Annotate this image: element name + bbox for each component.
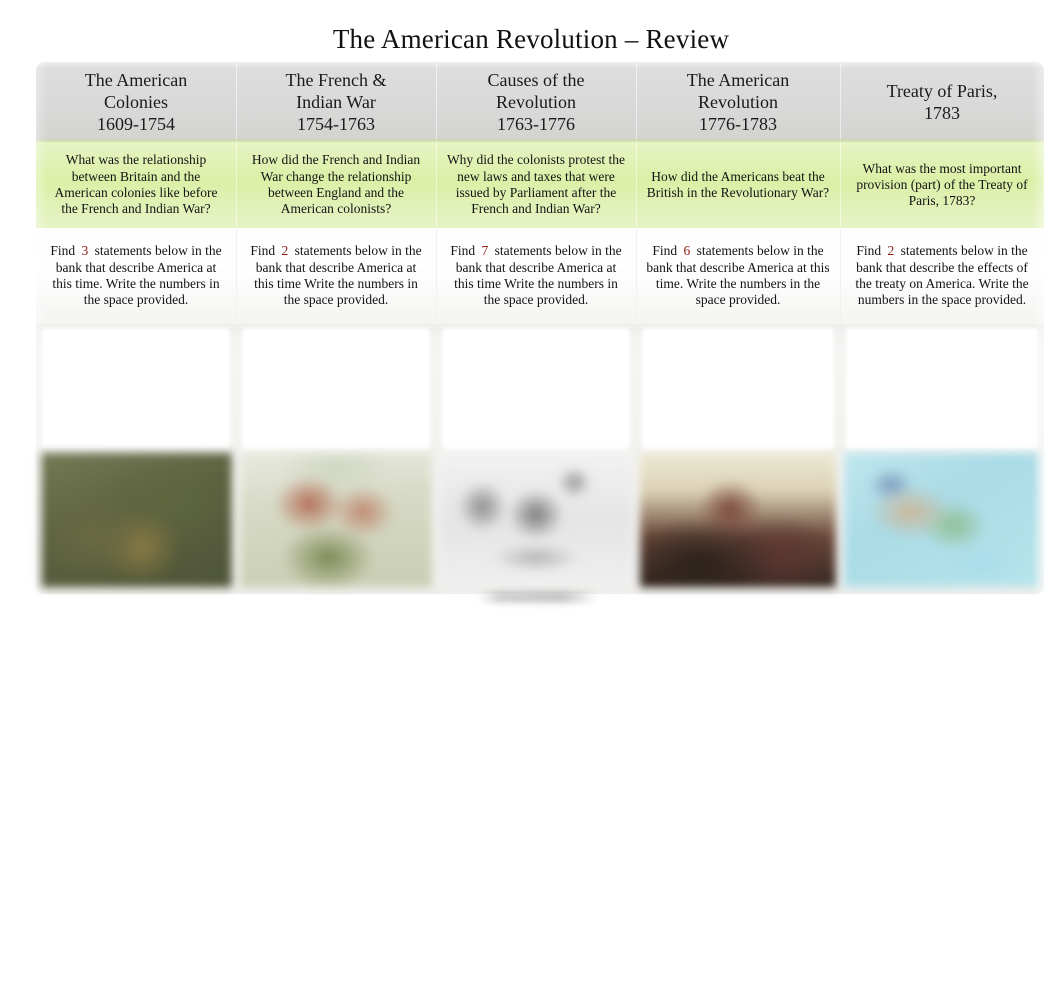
answer-box[interactable] — [848, 330, 1036, 448]
column-header-treaty-of-paris: Treaty of Paris, 1783 — [840, 62, 1044, 142]
image-cell-causes-of-the-revolution — [436, 452, 636, 590]
header-date-range: 1754-1763 — [297, 114, 375, 134]
question-text: How did the French and Indian War change… — [251, 152, 421, 217]
answer-cell-french-and-indian-war[interactable] — [236, 330, 436, 448]
question-cell-causes-of-the-revolution: Why did the colonists protest the new la… — [436, 142, 636, 228]
instruction-cell-american-colonies: Find 3 statements below in the bank that… — [36, 228, 236, 324]
question-text: What was the most important provision (p… — [856, 160, 1028, 209]
find-prefix: Find — [50, 243, 76, 259]
find-prefix: Find — [450, 243, 476, 259]
answer-box[interactable] — [644, 330, 832, 448]
header-line: Revolution — [698, 92, 778, 112]
header-line: The American — [84, 70, 188, 90]
table-instruction-row: Find 3 statements below in the bank that… — [36, 228, 1044, 324]
statement-count: 6 — [683, 243, 691, 259]
header-date-range: 1609-1754 — [97, 114, 175, 134]
image-cell-french-and-indian-war — [236, 452, 436, 590]
column-header-french-and-indian-war: The French & Indian War 1754-1763 — [236, 62, 436, 142]
question-text: What was the relationship between Britai… — [54, 152, 218, 217]
answer-box[interactable] — [44, 330, 228, 448]
header-date-range: 1763-1776 — [496, 114, 575, 134]
answer-cell-american-revolution[interactable] — [636, 330, 840, 448]
header-line: Indian War — [296, 92, 376, 112]
answer-box[interactable] — [444, 330, 628, 448]
header-line: Revolution — [495, 92, 576, 112]
statement-count: 3 — [81, 243, 89, 259]
find-prefix: Find — [250, 243, 276, 259]
table-answer-row — [36, 324, 1044, 452]
statement-count: 2 — [281, 243, 289, 259]
question-cell-american-revolution: How did the Americans beat the British i… — [636, 142, 840, 228]
answer-cell-treaty-of-paris[interactable] — [840, 330, 1044, 448]
revolutionary-war-battle-painting — [640, 452, 836, 588]
image-cell-american-colonies — [36, 452, 236, 590]
header-line: Treaty of Paris, — [886, 81, 998, 101]
answer-cell-american-colonies[interactable] — [36, 330, 236, 448]
question-text: How did the Americans beat the British i… — [646, 168, 830, 200]
question-text: Why did the colonists protest the new la… — [446, 152, 626, 217]
header-line: The French & — [285, 70, 387, 90]
french-and-indian-war-painting — [240, 452, 432, 588]
table-question-row: What was the relationship between Britai… — [36, 142, 1044, 228]
statement-count: 2 — [887, 243, 895, 259]
header-line: Causes of the — [487, 70, 585, 90]
question-cell-french-and-indian-war: How did the French and Indian War change… — [236, 142, 436, 228]
column-header-american-colonies: The American Colonies 1609-1754 — [36, 62, 236, 142]
page-title: The American Revolution – Review — [332, 24, 730, 54]
find-rest: statements below in the bank that descri… — [855, 243, 1029, 308]
question-cell-american-colonies: What was the relationship between Britai… — [36, 142, 236, 228]
column-header-causes-of-the-revolution: Causes of the Revolution 1763-1776 — [436, 62, 636, 142]
north-america-1783-map — [844, 452, 1040, 588]
image-cell-treaty-of-paris — [840, 452, 1044, 590]
find-prefix: Find — [856, 243, 882, 259]
table-header-row: The American Colonies 1609-1754 The Fren… — [36, 62, 1044, 142]
question-cell-treaty-of-paris: What was the most important provision (p… — [840, 142, 1044, 228]
column-header-american-revolution: The American Revolution 1776-1783 — [636, 62, 840, 142]
header-date-range: 1783 — [924, 103, 960, 123]
instruction-cell-treaty-of-paris: Find 2 statements below in the bank that… — [840, 228, 1044, 324]
header-line: The American — [686, 70, 790, 90]
instruction-cell-causes-of-the-revolution: Find 7 statements below in the bank that… — [436, 228, 636, 324]
answer-cell-causes-of-the-revolution[interactable] — [436, 330, 636, 448]
header-date-range: 1776-1783 — [699, 114, 777, 134]
boston-tea-party-engraving — [440, 452, 632, 588]
table-image-row — [36, 452, 1044, 594]
find-prefix: Find — [652, 243, 678, 259]
statement-count: 7 — [481, 243, 489, 259]
image-cell-american-revolution — [636, 452, 840, 590]
instruction-cell-american-revolution: Find 6 statements below in the bank that… — [636, 228, 840, 324]
review-worksheet-table: The American Colonies 1609-1754 The Fren… — [36, 62, 1044, 594]
blurred-caption — [478, 591, 598, 603]
instruction-cell-french-and-indian-war: Find 2 statements below in the bank that… — [236, 228, 436, 324]
colonial-america-painting — [40, 452, 232, 588]
answer-box[interactable] — [244, 330, 428, 448]
header-line: Colonies — [103, 92, 168, 112]
